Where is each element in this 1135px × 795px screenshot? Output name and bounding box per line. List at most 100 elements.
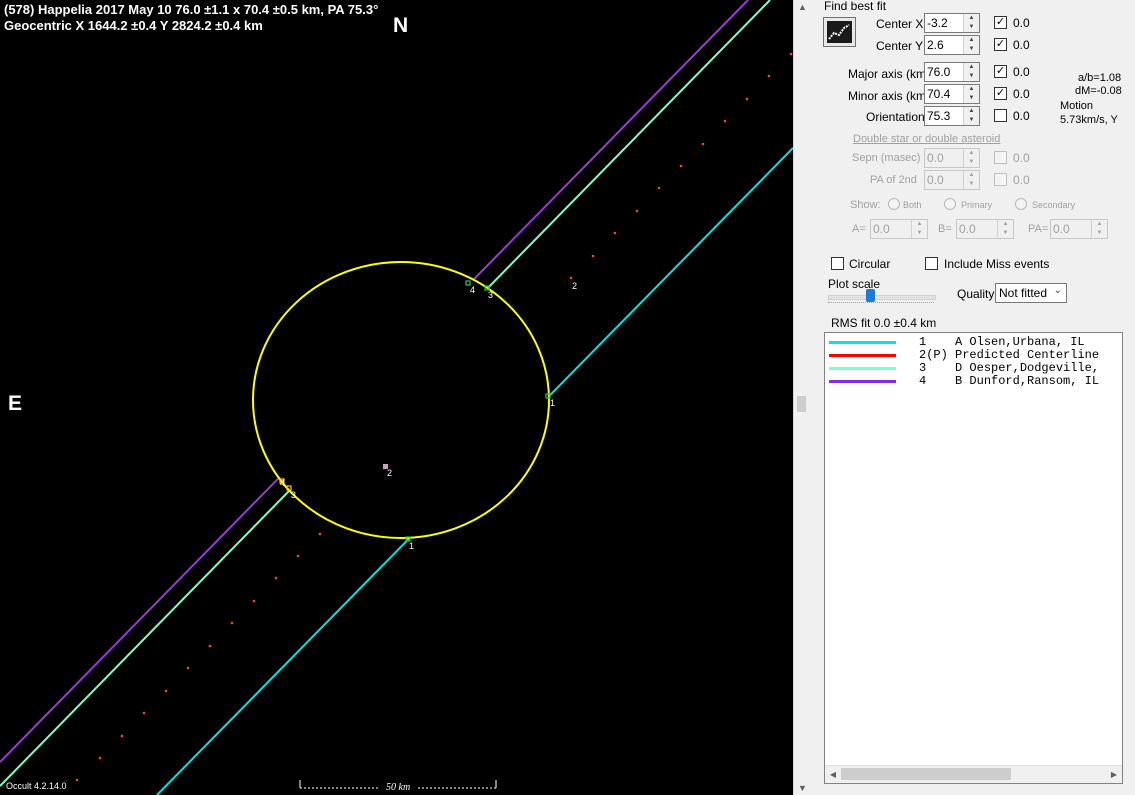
spin-up-icon[interactable]: ▲: [964, 107, 979, 116]
spin-down-icon[interactable]: ▼: [964, 72, 979, 81]
chart-fit-icon: [827, 21, 852, 43]
center-y-input[interactable]: 2.6 ▲ ▼: [924, 35, 980, 55]
orientation-label: Orientation: [866, 110, 925, 124]
occultation-plot[interactable]: (578) Happelia 2017 May 10 76.0 ±1.1 x 7…: [0, 0, 793, 795]
spin-down-icon[interactable]: ▼: [998, 229, 1013, 238]
major-axis-label: Major axis (km): [848, 67, 931, 81]
include-miss-checkbox[interactable]: [925, 257, 938, 270]
center-x-input[interactable]: -3.2 ▲ ▼: [924, 13, 980, 33]
east-label: E: [8, 392, 23, 415]
plot-canvas: [0, 0, 793, 795]
spin-down-icon[interactable]: ▼: [964, 45, 979, 54]
plot-scale-thumb[interactable]: [866, 289, 875, 302]
legend-row[interactable]: 1 A Olsen,Urbana, IL: [825, 335, 1122, 349]
scale-label: 50 km: [386, 782, 411, 793]
find-best-fit-button[interactable]: [823, 17, 856, 47]
plot-title-line1: (578) Happelia 2017 May 10 76.0 ±1.1 x 7…: [4, 2, 379, 17]
b-label: B=: [938, 223, 952, 235]
show-both-radio[interactable]: [888, 198, 900, 210]
pa-2nd-label: PA of 2nd: [870, 174, 917, 186]
scroll-thumb[interactable]: [841, 768, 1011, 780]
delta-magnitude: dM=-0.08: [1075, 85, 1122, 97]
show-primary-radio[interactable]: [944, 198, 956, 210]
show-label: Show:: [850, 199, 881, 211]
legend-swatch: [829, 354, 896, 357]
spin-up-icon[interactable]: ▲: [964, 63, 979, 72]
center-x-label: Center X: [876, 17, 924, 31]
quality-select[interactable]: Not fitted ⌄: [995, 283, 1067, 303]
legend-swatch: [829, 380, 896, 383]
scroll-right-icon[interactable]: ▶: [1106, 766, 1122, 783]
spin-up-icon[interactable]: ▲: [964, 171, 979, 180]
chord-label-2-upper: 2: [572, 281, 578, 291]
show-secondary-label: Secondary: [1032, 200, 1076, 210]
axis-ratio: a/b=1.08: [1078, 72, 1122, 84]
minor-axis-uncertainty: 0.0: [1013, 87, 1030, 101]
major-axis-input[interactable]: 76.0 ▲ ▼: [924, 62, 980, 82]
spin-up-icon[interactable]: ▲: [964, 36, 979, 45]
a-label: A=: [852, 223, 866, 235]
spin-down-icon[interactable]: ▼: [964, 158, 979, 167]
sepn-input[interactable]: 0.0 ▲ ▼: [924, 148, 980, 168]
center-y-checkbox[interactable]: ✓: [994, 38, 1007, 51]
spin-up-icon[interactable]: ▲: [1092, 220, 1107, 229]
minor-axis-checkbox[interactable]: ✓: [994, 87, 1007, 100]
spin-down-icon[interactable]: ▼: [964, 23, 979, 32]
fitted-ellipse: [252, 261, 550, 539]
spin-down-icon[interactable]: ▼: [964, 180, 979, 189]
plot-vertical-scrollbar[interactable]: ▲ ▼: [793, 0, 811, 795]
legend-swatch: [829, 341, 896, 344]
show-secondary-radio[interactable]: [1015, 198, 1027, 210]
a-input[interactable]: 0.0 ▲ ▼: [870, 219, 928, 239]
spin-down-icon[interactable]: ▼: [912, 229, 927, 238]
plot-scale-slider[interactable]: [828, 289, 936, 304]
north-label: N: [393, 14, 409, 37]
spin-up-icon[interactable]: ▲: [964, 14, 979, 23]
find-best-fit-label: Find best fit: [824, 0, 887, 13]
pa-2nd-checkbox[interactable]: [994, 173, 1007, 186]
orientation-checkbox[interactable]: [994, 109, 1007, 122]
b-input[interactable]: 0.0 ▲ ▼: [956, 219, 1014, 239]
spin-up-icon[interactable]: ▲: [964, 85, 979, 94]
scroll-up-icon[interactable]: ▲: [794, 0, 811, 14]
minor-axis-input[interactable]: 70.4 ▲ ▼: [924, 84, 980, 104]
chord-legend-list[interactable]: 1 A Olsen,Urbana, IL 2(P) Predicted Cent…: [824, 332, 1123, 784]
legend-row[interactable]: 2(P) Predicted Centerline: [825, 348, 1122, 362]
scroll-thumb[interactable]: [797, 396, 806, 412]
scroll-left-icon[interactable]: ◀: [825, 766, 841, 783]
legend-row[interactable]: 3 D Oesper,Dodgeville,: [825, 361, 1122, 375]
show-primary-label: Primary: [961, 200, 992, 210]
spin-up-icon[interactable]: ▲: [912, 220, 927, 229]
pa-input[interactable]: 0.0 ▲ ▼: [1050, 219, 1108, 239]
sepn-label: Sepn (masec): [852, 152, 921, 164]
plot-title-line2: Geocentric X 1644.2 ±0.4 Y 2824.2 ±0.4 k…: [4, 18, 263, 33]
chord-label-1-right: 1: [550, 398, 556, 408]
circular-label: Circular: [849, 257, 891, 271]
chord-label-4-lower: 4: [280, 478, 286, 488]
center-x-checkbox[interactable]: ✓: [994, 16, 1007, 29]
version-label: Occult 4.2.14.0: [6, 781, 67, 791]
spin-down-icon[interactable]: ▼: [964, 116, 979, 125]
rms-fit-label: RMS fit 0.0 ±0.4 km: [831, 316, 937, 330]
spin-up-icon[interactable]: ▲: [998, 220, 1013, 229]
chord-label-4: 4: [470, 285, 476, 295]
legend-horizontal-scrollbar[interactable]: ◀ ▶: [825, 765, 1122, 783]
circular-checkbox[interactable]: [831, 257, 844, 270]
minor-axis-label: Minor axis (km): [848, 89, 931, 103]
sepn-checkbox[interactable]: [994, 151, 1007, 164]
major-axis-checkbox[interactable]: ✓: [994, 65, 1007, 78]
chord-label-2-center: 2: [387, 468, 393, 478]
major-axis-uncertainty: 0.0: [1013, 65, 1030, 79]
spin-up-icon[interactable]: ▲: [964, 149, 979, 158]
pa-2nd-input[interactable]: 0.0 ▲ ▼: [924, 170, 980, 190]
spin-down-icon[interactable]: ▼: [964, 94, 979, 103]
sepn-uncertainty: 0.0: [1013, 151, 1030, 165]
double-star-link[interactable]: Double star or double asteroid: [853, 133, 1000, 145]
spin-down-icon[interactable]: ▼: [1092, 229, 1107, 238]
scroll-down-icon[interactable]: ▼: [794, 781, 811, 795]
chord-label-3: 3: [488, 290, 494, 300]
legend-row[interactable]: 4 B Dunford,Ransom, IL: [825, 374, 1122, 388]
orientation-input[interactable]: 75.3 ▲ ▼: [924, 106, 980, 126]
pa-2nd-uncertainty: 0.0: [1013, 173, 1030, 187]
chevron-down-icon: ⌄: [1053, 285, 1062, 296]
